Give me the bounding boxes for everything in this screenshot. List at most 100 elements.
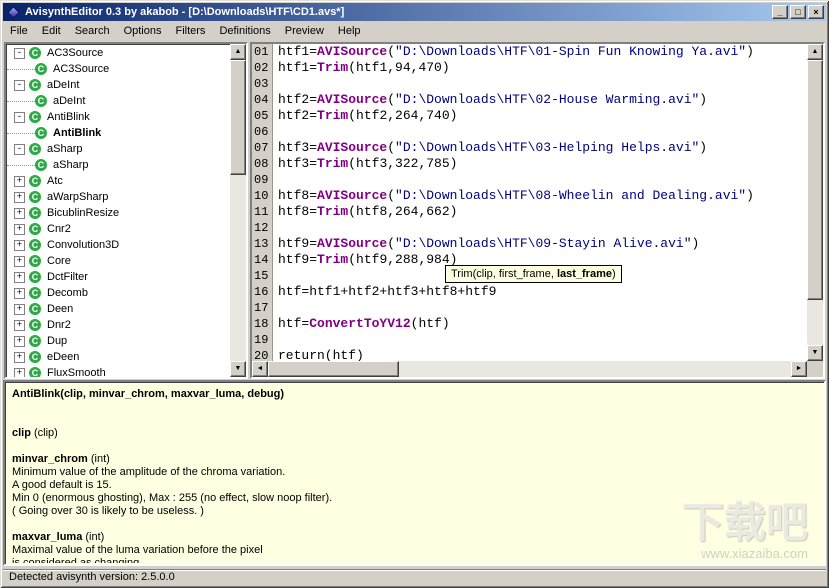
- help-line: Minimum value of the amplitude of the ch…: [12, 466, 286, 478]
- tree-item-Dnr2[interactable]: + C Dnr2: [7, 317, 230, 333]
- expand-toggle-icon[interactable]: +: [14, 191, 25, 203]
- code-line-07[interactable]: 07 htf3=AVISource("D:\Downloads\HTF\03-He…: [252, 140, 807, 156]
- expand-toggle-icon[interactable]: +: [14, 351, 25, 363]
- scroll-down-icon[interactable]: ▼: [807, 345, 823, 361]
- editor-hscrollbar-thumb[interactable]: [268, 361, 399, 377]
- tree-item-BicublinResize[interactable]: + C BicublinResize: [7, 205, 230, 221]
- code-line-02[interactable]: 02 htf1=Trim(htf1,94,470): [252, 60, 807, 76]
- expand-toggle-icon[interactable]: +: [14, 319, 25, 331]
- code-line-13[interactable]: 13 htf9=AVISource("D:\Downloads\HTF\09-St…: [252, 236, 807, 252]
- tree-item-AntiBlink[interactable]: - C AntiBlink: [7, 109, 230, 125]
- menu-file[interactable]: File: [3, 23, 35, 39]
- editor-vscrollbar-thumb[interactable]: [807, 60, 823, 300]
- expand-toggle-icon[interactable]: +: [14, 287, 25, 299]
- expand-toggle-icon[interactable]: +: [14, 303, 25, 315]
- tree-vertical-scrollbar[interactable]: ▲ ▼: [230, 44, 246, 377]
- tree-item-aSharp[interactable]: CaSharp: [7, 157, 230, 173]
- tree-item-eDeen[interactable]: + CeDeen: [7, 349, 230, 365]
- editor-horizontal-scrollbar[interactable]: ◄ ►: [252, 361, 807, 377]
- expand-toggle-icon[interactable]: +: [14, 239, 25, 251]
- code-line-01[interactable]: 01 htf1=AVISource("D:\Downloads\HTF\01-Sp…: [252, 44, 807, 60]
- tree-item-FluxSmooth[interactable]: + C FluxSmooth: [7, 365, 230, 377]
- collapse-toggle-icon[interactable]: -: [14, 47, 25, 59]
- tree-item-label: aDeInt: [47, 79, 80, 91]
- tree-item-DctFilter[interactable]: + C DctFilter: [7, 269, 230, 285]
- tree-item-aDeInt[interactable]: CaDeInt: [7, 93, 230, 109]
- line-number: 04: [252, 92, 273, 108]
- code-line-12[interactable]: 12: [252, 220, 807, 236]
- code-line-03[interactable]: 03: [252, 76, 807, 92]
- code-line-04[interactable]: 04 htf2=AVISource("D:\Downloads\HTF\02-Ho…: [252, 92, 807, 108]
- tree-item-AntiBlink[interactable]: C AntiBlink: [7, 125, 230, 141]
- tree-item-aSharp[interactable]: - CaSharp: [7, 141, 230, 157]
- collapse-toggle-icon[interactable]: -: [14, 143, 25, 155]
- code-text: htf9=AVISource("D:\Downloads\HTF\09-Stay…: [278, 236, 700, 251]
- status-text: Detected avisynth version: 2.5.0.0: [9, 571, 175, 583]
- expand-toggle-icon[interactable]: +: [14, 335, 25, 347]
- expand-toggle-icon[interactable]: +: [14, 223, 25, 235]
- code-line-11[interactable]: 11 htf8=Trim(htf8,264,662): [252, 204, 807, 220]
- code-line-10[interactable]: 10 htf8=AVISource("D:\Downloads\HTF\08-Wh…: [252, 188, 807, 204]
- tree-item-Atc[interactable]: + C Atc: [7, 173, 230, 189]
- collapse-toggle-icon[interactable]: -: [14, 111, 25, 123]
- code-line-20[interactable]: 20 return(htf): [252, 348, 807, 361]
- expand-toggle-icon[interactable]: +: [14, 255, 25, 267]
- tree-item-Decomb[interactable]: + C Decomb: [7, 285, 230, 301]
- help-line: ( Going over 30 is likely to be useless.…: [12, 505, 204, 517]
- code-text: htf1=Trim(htf1,94,470): [278, 60, 450, 75]
- menu-help[interactable]: Help: [331, 23, 368, 39]
- code-line-09[interactable]: 09: [252, 172, 807, 188]
- tree-item-AC3Source[interactable]: C AC3Source: [7, 61, 230, 77]
- filter-category-icon: C: [29, 191, 41, 203]
- code-line-05[interactable]: 05 htf2=Trim(htf2,264,740): [252, 108, 807, 124]
- tree-item-Convolution3D[interactable]: + C Convolution3D: [7, 237, 230, 253]
- app-window: AvisynthEditor 0.3 by akabob - [D:\Downl…: [0, 0, 829, 588]
- editor-vertical-scrollbar[interactable]: ▲ ▼: [807, 44, 823, 361]
- menu-edit[interactable]: Edit: [35, 23, 68, 39]
- tree-item-aDeInt[interactable]: - CaDeInt: [7, 77, 230, 93]
- scroll-up-icon[interactable]: ▲: [807, 44, 823, 60]
- filter-category-icon: C: [29, 79, 41, 91]
- code-line-19[interactable]: 19: [252, 332, 807, 348]
- help-line: is considered as changing: [12, 557, 140, 563]
- tree-item-Core[interactable]: + C Core: [7, 253, 230, 269]
- code-line-17[interactable]: 17: [252, 300, 807, 316]
- expand-toggle-icon[interactable]: +: [14, 367, 25, 377]
- tree-item-Cnr2[interactable]: + C Cnr2: [7, 221, 230, 237]
- line-number: 06: [252, 124, 273, 140]
- scroll-left-icon[interactable]: ◄: [252, 361, 268, 377]
- menu-definitions[interactable]: Definitions: [212, 23, 277, 39]
- code-text: htf1=AVISource("D:\Downloads\HTF\01-Spin…: [278, 44, 754, 59]
- tree-item-Deen[interactable]: + C Deen: [7, 301, 230, 317]
- code-line-18[interactable]: 18 htf=ConvertToYV12(htf): [252, 316, 807, 332]
- expand-toggle-icon[interactable]: +: [14, 175, 25, 187]
- scroll-up-icon[interactable]: ▲: [230, 44, 246, 60]
- tree-item-Dup[interactable]: + C Dup: [7, 333, 230, 349]
- code-editor[interactable]: 01 htf1=AVISource("D:\Downloads\HTF\01-Sp…: [252, 44, 807, 361]
- expand-toggle-icon[interactable]: +: [14, 271, 25, 283]
- menu-search[interactable]: Search: [68, 23, 117, 39]
- line-number: 13: [252, 236, 273, 252]
- title-bar[interactable]: AvisynthEditor 0.3 by akabob - [D:\Downl…: [3, 3, 826, 21]
- tree-item-label: FluxSmooth: [47, 367, 106, 377]
- menu-filters[interactable]: Filters: [168, 23, 212, 39]
- tree-item-AC3Source[interactable]: - C AC3Source: [7, 45, 230, 61]
- scroll-right-icon[interactable]: ►: [791, 361, 807, 377]
- minimize-button[interactable]: _: [772, 5, 788, 19]
- close-button[interactable]: ×: [808, 5, 824, 19]
- line-number: 08: [252, 156, 273, 172]
- tree-item-aWarpSharp[interactable]: + CaWarpSharp: [7, 189, 230, 205]
- tree-scrollbar-thumb[interactable]: [230, 60, 246, 175]
- code-line-06[interactable]: 06: [252, 124, 807, 140]
- expand-toggle-icon[interactable]: +: [14, 207, 25, 219]
- code-text: htf=htf1+htf2+htf3+htf8+htf9: [278, 284, 497, 299]
- scroll-down-icon[interactable]: ▼: [230, 361, 246, 377]
- menu-options[interactable]: Options: [117, 23, 169, 39]
- maximize-button[interactable]: □: [790, 5, 806, 19]
- menu-preview[interactable]: Preview: [278, 23, 331, 39]
- code-line-16[interactable]: 16 htf=htf1+htf2+htf3+htf8+htf9: [252, 284, 807, 300]
- code-line-08[interactable]: 08 htf3=Trim(htf3,322,785): [252, 156, 807, 172]
- collapse-toggle-icon[interactable]: -: [14, 79, 25, 91]
